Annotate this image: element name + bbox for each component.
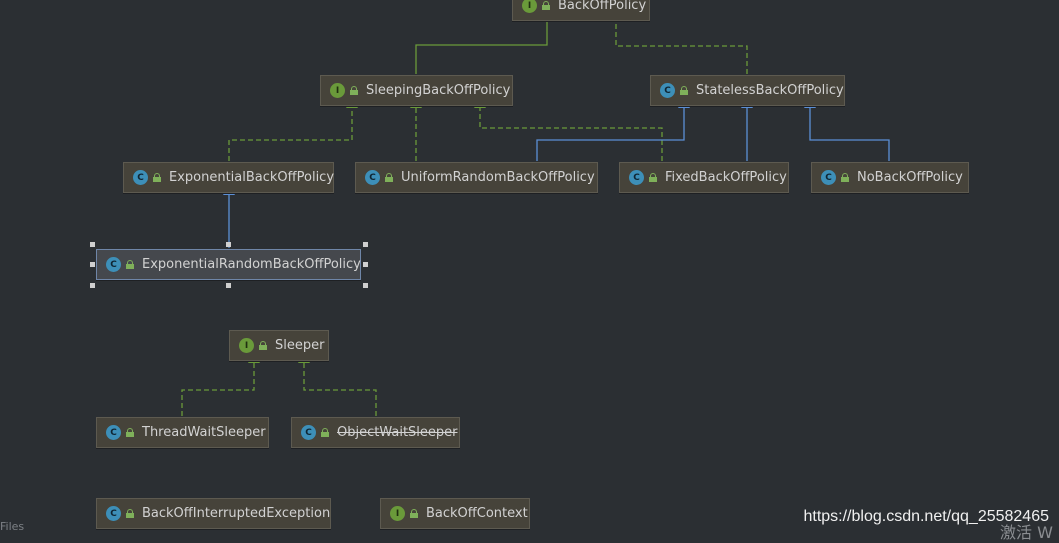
node-label-deprecated: ObjectWaitSleeper — [337, 425, 458, 440]
class-icon: C — [301, 425, 316, 440]
interface-icon: I — [330, 83, 345, 98]
node-label: BackOffInterruptedException — [142, 506, 331, 521]
node-fixedbackoffpolicy[interactable]: C FixedBackOffPolicy — [619, 162, 789, 193]
class-icon: C — [629, 170, 644, 185]
selection-handle[interactable] — [363, 262, 368, 267]
class-icon: C — [106, 425, 121, 440]
selection-handle[interactable] — [363, 242, 368, 247]
public-lock-icon — [126, 509, 134, 518]
node-exponentialbackoffpolicy[interactable]: C ExponentialBackOffPolicy — [123, 162, 334, 193]
abstract-class-icon: C — [660, 83, 675, 98]
interface-icon: I — [390, 506, 405, 521]
public-lock-icon — [259, 341, 267, 350]
node-label: BackOffPolicy — [558, 0, 647, 13]
node-label: UniformRandomBackOffPolicy — [401, 170, 595, 185]
public-lock-icon — [321, 428, 329, 437]
node-label: Sleeper — [275, 338, 325, 353]
selection-handle[interactable] — [90, 242, 95, 247]
node-label: NoBackOffPolicy — [857, 170, 963, 185]
class-icon: C — [133, 170, 148, 185]
node-sleepingbackoffpolicy[interactable]: I SleepingBackOffPolicy — [320, 75, 513, 106]
node-label: StatelessBackOffPolicy — [696, 83, 844, 98]
edge-fixed-to-sleeping — [474, 98, 663, 161]
node-statelessbackoffpolicy[interactable]: C StatelessBackOffPolicy — [650, 75, 845, 106]
class-icon: C — [821, 170, 836, 185]
node-label: ExponentialBackOffPolicy — [169, 170, 335, 185]
class-icon: C — [106, 506, 121, 521]
activate-windows-text: 激活 W — [1000, 523, 1053, 542]
node-nobackoffpolicy[interactable]: C NoBackOffPolicy — [811, 162, 969, 193]
public-lock-icon — [841, 173, 849, 182]
interface-icon: I — [239, 338, 254, 353]
edge-sleeping-to-backoffpolicy — [415, 12, 553, 74]
public-lock-icon — [153, 173, 161, 182]
selection-handle[interactable] — [226, 283, 231, 288]
edge-noback-to-stateless — [804, 98, 890, 161]
node-sleeper[interactable]: I Sleeper — [229, 330, 329, 361]
node-backoffinterruptedexception[interactable]: C BackOffInterruptedException — [96, 498, 331, 529]
node-threadwaitsleeper[interactable]: C ThreadWaitSleeper — [96, 417, 269, 448]
selection-handle[interactable] — [90, 262, 95, 267]
public-lock-icon — [126, 260, 134, 269]
node-uniformrandombackoffpolicy[interactable]: C UniformRandomBackOffPolicy — [355, 162, 598, 193]
edge-exponential-to-sleeping — [228, 98, 358, 161]
edge-objectwait-to-sleeper — [298, 353, 377, 416]
interface-icon: I — [522, 0, 537, 13]
public-lock-icon — [410, 509, 418, 518]
public-lock-icon — [680, 86, 688, 95]
selection-handle[interactable] — [363, 283, 368, 288]
node-objectwaitsleeper[interactable]: C ObjectWaitSleeper — [291, 417, 460, 448]
node-label: ThreadWaitSleeper — [142, 425, 266, 440]
edge-threadwait-to-sleeper — [181, 353, 260, 416]
public-lock-icon — [649, 173, 657, 182]
node-label: SleepingBackOffPolicy — [366, 83, 511, 98]
edge-stateless-to-backoffpolicy — [610, 12, 748, 74]
node-backoffpolicy[interactable]: I BackOffPolicy — [512, 0, 650, 21]
uml-diagram-canvas: I BackOffPolicy I SleepingBackOffPolicy … — [0, 0, 1059, 542]
selection-handle[interactable] — [226, 242, 231, 247]
class-icon: C — [106, 257, 121, 272]
node-label: BackOffContext — [426, 506, 528, 521]
public-lock-icon — [350, 86, 358, 95]
node-label: FixedBackOffPolicy — [665, 170, 787, 185]
public-lock-icon — [126, 428, 134, 437]
node-label: ExponentialRandomBackOffPolicy — [142, 257, 361, 272]
public-lock-icon — [542, 1, 550, 10]
node-backoffcontext[interactable]: I BackOffContext — [380, 498, 530, 529]
class-icon: C — [365, 170, 380, 185]
selection-handle[interactable] — [90, 283, 95, 288]
public-lock-icon — [385, 173, 393, 182]
files-tab-label[interactable]: Files — [0, 520, 24, 533]
node-exponentialrandombackoffpolicy[interactable]: C ExponentialRandomBackOffPolicy — [96, 249, 361, 280]
